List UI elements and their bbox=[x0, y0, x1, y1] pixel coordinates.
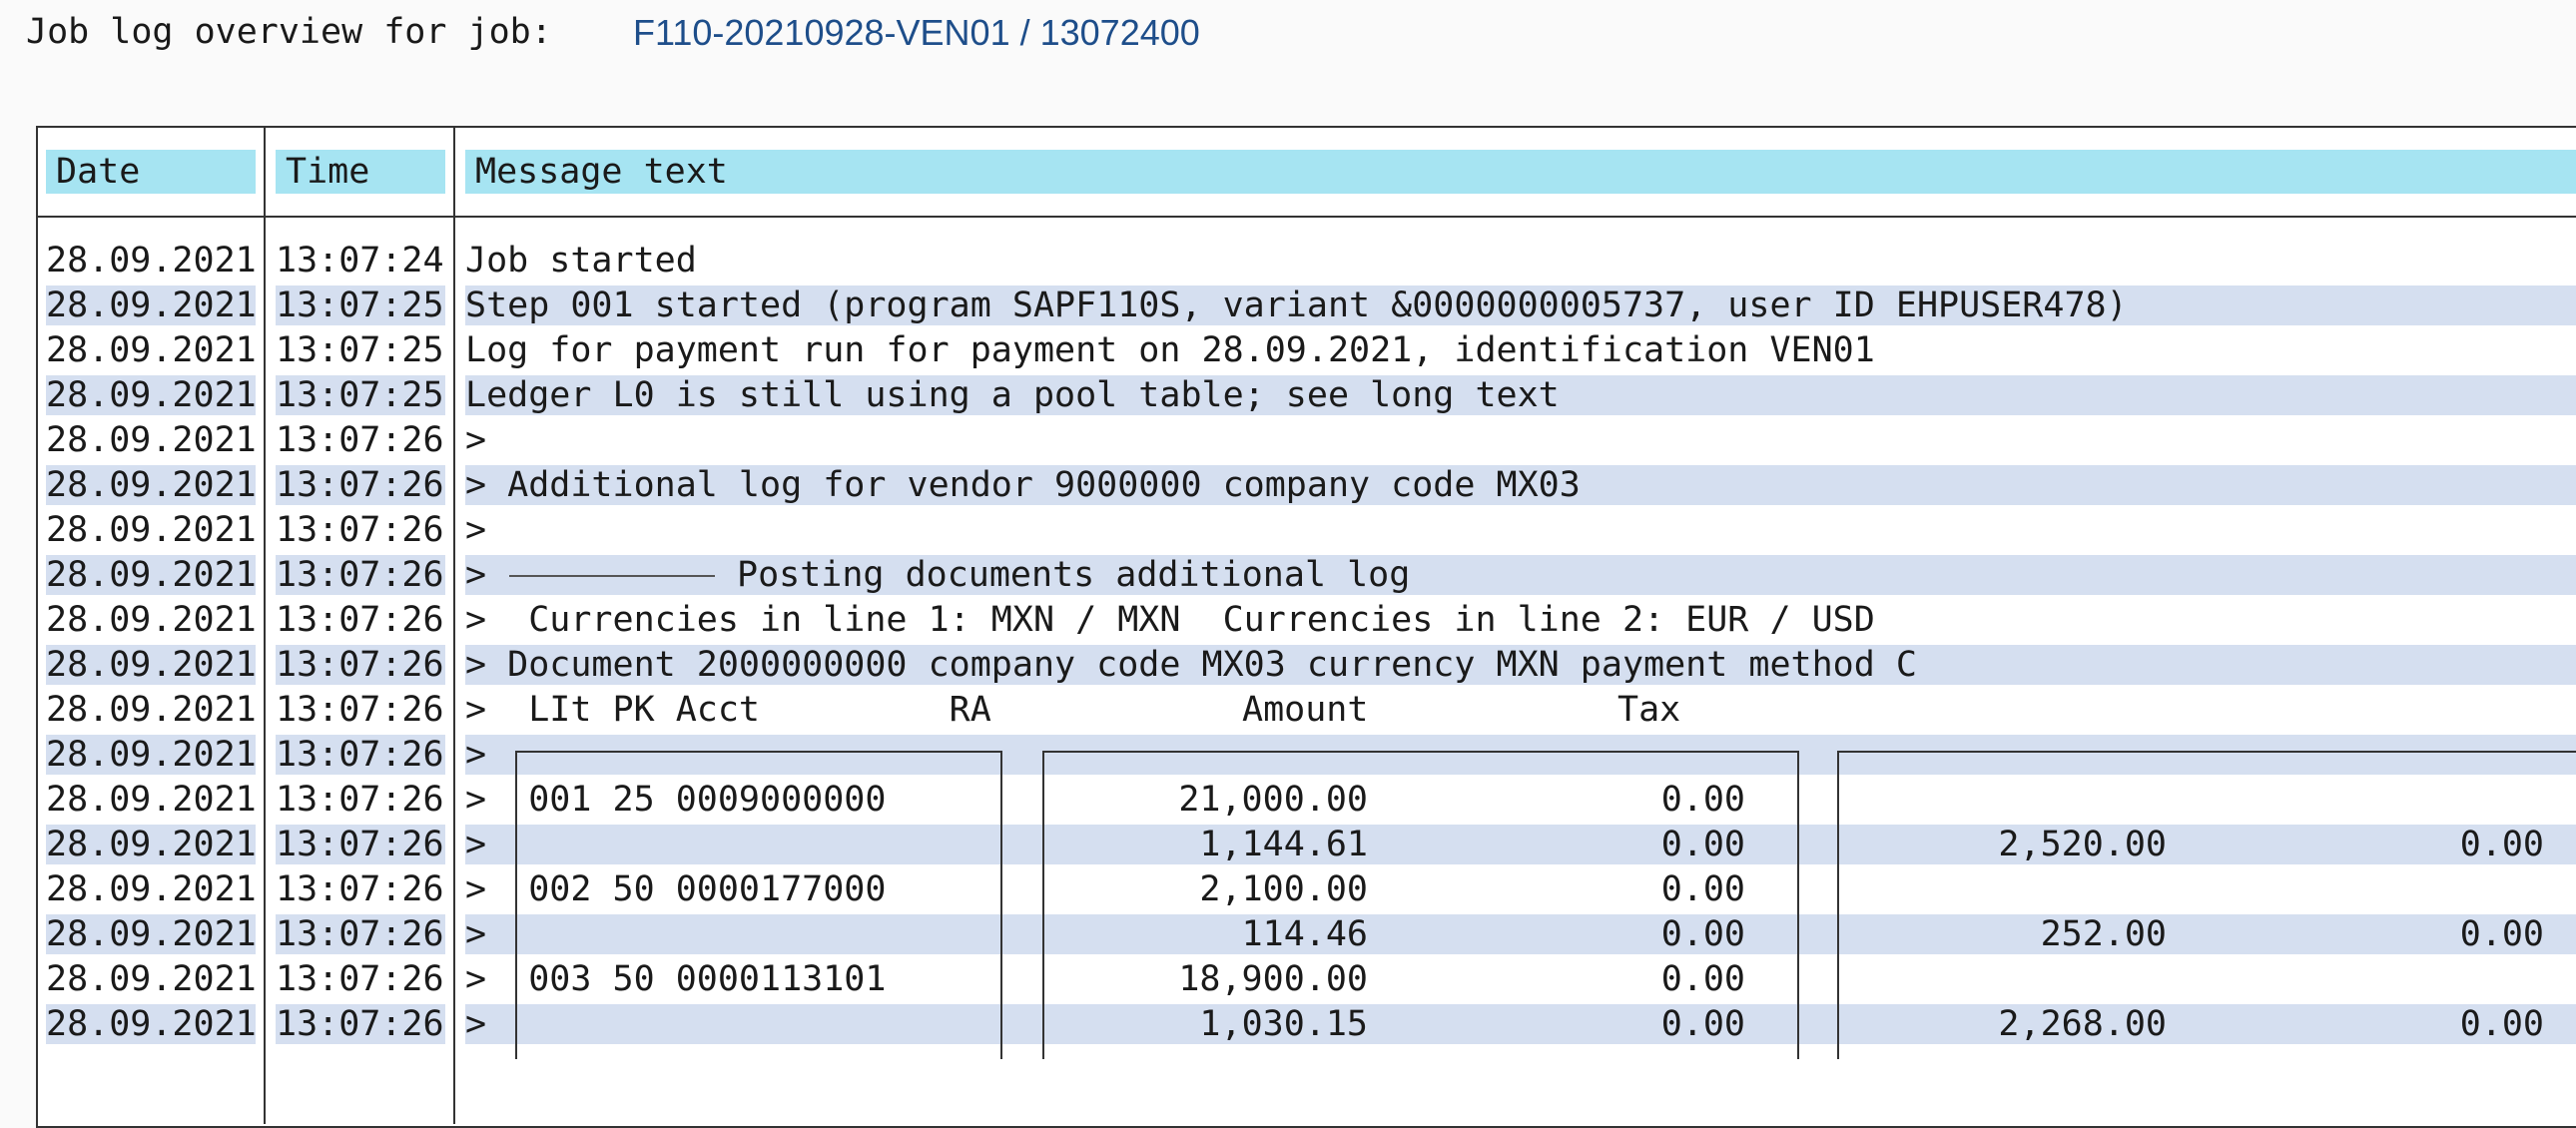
tax-line1: 0.00 bbox=[1660, 959, 1745, 999]
row-date[interactable]: 28.09.2021 bbox=[46, 420, 257, 460]
row-time[interactable]: 13:07:26 bbox=[276, 869, 444, 909]
row-date[interactable]: 28.09.2021 bbox=[46, 645, 257, 685]
row-message[interactable]: > LIt PK Acct RA bbox=[465, 690, 991, 730]
row-date[interactable]: 28.09.2021 bbox=[46, 375, 257, 415]
row-message[interactable]: > bbox=[465, 914, 486, 954]
job-identifier: F110-20210928-VEN01 / 13072400 bbox=[633, 12, 1200, 53]
tax-line2 bbox=[2296, 959, 2544, 999]
row-date[interactable]: 28.09.2021 bbox=[46, 555, 257, 595]
column-header-date[interactable]: Date bbox=[46, 150, 256, 194]
tax-line2: 0.00 bbox=[2459, 914, 2544, 954]
row-time[interactable]: 13:07:26 bbox=[276, 780, 444, 820]
amount-line1: 21,000.00 bbox=[1178, 780, 1368, 820]
amount-line2: 252.00 bbox=[2040, 914, 2167, 954]
column-header-time[interactable]: Time bbox=[276, 150, 445, 194]
row-date[interactable]: 28.09.2021 bbox=[46, 959, 257, 999]
column-divider-time bbox=[453, 126, 455, 1124]
amount-line1: 18,900.00 bbox=[1178, 959, 1368, 999]
row-message[interactable]: > bbox=[465, 825, 486, 864]
row-message[interactable]: > Additional log for vendor 9000000 comp… bbox=[465, 465, 1581, 505]
row-highlight bbox=[527, 825, 988, 864]
row-message[interactable]: Step 001 started (program SAPF110S, vari… bbox=[465, 285, 2128, 325]
tax-line2 bbox=[2296, 780, 2544, 820]
row-date[interactable]: 28.09.2021 bbox=[46, 330, 257, 370]
row-time[interactable]: 13:07:25 bbox=[276, 285, 444, 325]
posting-log-title: Posting documents additional log bbox=[737, 555, 1411, 595]
row-highlight bbox=[527, 914, 988, 954]
row-message[interactable]: > bbox=[465, 1004, 486, 1044]
row-time[interactable]: 13:07:26 bbox=[276, 420, 444, 460]
amount-line1: 1,030.15 bbox=[1199, 1004, 1368, 1044]
tax-line1: 0.00 bbox=[1660, 914, 1745, 954]
tax-line2 bbox=[2296, 869, 2544, 909]
row-highlight bbox=[527, 1004, 988, 1044]
row-message[interactable]: > bbox=[465, 510, 486, 550]
column-header-message[interactable]: Message text bbox=[465, 150, 2576, 194]
row-time[interactable]: 13:07:26 bbox=[276, 959, 444, 999]
row-date[interactable]: 28.09.2021 bbox=[46, 600, 257, 640]
column-divider-date bbox=[264, 126, 266, 1124]
amount-line1: 2,100.00 bbox=[1199, 869, 1368, 909]
row-time[interactable]: 13:07:26 bbox=[276, 914, 444, 954]
amount-line2 bbox=[1857, 959, 2167, 999]
row-message[interactable]: > bbox=[465, 420, 486, 460]
row-date[interactable]: 28.09.2021 bbox=[46, 780, 257, 820]
amount-line2 bbox=[1857, 869, 2167, 909]
row-message[interactable]: Log for payment run for payment on 28.09… bbox=[465, 330, 1875, 370]
tax-line1: 0.00 bbox=[1660, 780, 1745, 820]
row-date[interactable]: 28.09.2021 bbox=[46, 825, 257, 864]
row-time[interactable]: 13:07:24 bbox=[276, 241, 444, 281]
row-date[interactable]: 28.09.2021 bbox=[46, 869, 257, 909]
header-amount: Amount bbox=[1242, 690, 1369, 730]
separator-line bbox=[509, 575, 715, 577]
amount-line2: 2,268.00 bbox=[1998, 1004, 2167, 1044]
row-time[interactable]: 13:07:26 bbox=[276, 735, 444, 775]
row-date[interactable]: 28.09.2021 bbox=[46, 465, 257, 505]
page-title: Job log overview for job: bbox=[26, 12, 552, 52]
row-highlight bbox=[1010, 914, 1032, 954]
row-time[interactable]: 13:07:26 bbox=[276, 465, 444, 505]
row-date[interactable]: 28.09.2021 bbox=[46, 285, 257, 325]
row-message[interactable]: > Currencies in line 1: MXN / MXN Curren… bbox=[465, 600, 1875, 640]
row-highlight bbox=[1807, 825, 1829, 864]
row-date[interactable]: 28.09.2021 bbox=[46, 241, 257, 281]
tax-line1: 0.00 bbox=[1660, 1004, 1745, 1044]
tax-line1: 0.00 bbox=[1660, 869, 1745, 909]
header-divider bbox=[36, 216, 2576, 218]
row-time[interactable]: 13:07:25 bbox=[276, 330, 444, 370]
amount-line2: 2,520.00 bbox=[1998, 825, 2167, 864]
amount-line1: 114.46 bbox=[1241, 914, 1368, 954]
row-time[interactable]: 13:07:26 bbox=[276, 1004, 444, 1044]
row-message[interactable]: Job started bbox=[465, 241, 697, 281]
row-time[interactable]: 13:07:26 bbox=[276, 645, 444, 685]
header-tax: Tax bbox=[1617, 690, 1681, 730]
row-time[interactable]: 13:07:26 bbox=[276, 825, 444, 864]
row-time[interactable]: 13:07:26 bbox=[276, 510, 444, 550]
row-time[interactable]: 13:07:26 bbox=[276, 555, 444, 595]
row-date[interactable]: 28.09.2021 bbox=[46, 1004, 257, 1044]
row-date[interactable]: 28.09.2021 bbox=[46, 510, 257, 550]
row-highlight bbox=[1807, 1004, 1829, 1044]
row-highlight bbox=[1010, 1004, 1032, 1044]
row-date[interactable]: 28.09.2021 bbox=[46, 914, 257, 954]
row-highlight bbox=[1807, 914, 1829, 954]
amount-line1: 1,144.61 bbox=[1199, 825, 1368, 864]
row-message[interactable]: > Document 2000000000 company code MX03 … bbox=[465, 645, 1917, 685]
row-time[interactable]: 13:07:26 bbox=[276, 600, 444, 640]
row-message[interactable]: > bbox=[465, 555, 486, 595]
column-gap-marker bbox=[1010, 735, 1032, 775]
tax-line1: 0.00 bbox=[1660, 825, 1745, 864]
row-date[interactable]: 28.09.2021 bbox=[46, 690, 257, 730]
row-message[interactable]: > bbox=[465, 735, 486, 775]
tax-line2: 0.00 bbox=[2459, 825, 2544, 864]
column-gap-marker bbox=[1807, 735, 1829, 775]
amount-line2 bbox=[1857, 780, 2167, 820]
row-time[interactable]: 13:07:25 bbox=[276, 375, 444, 415]
row-message[interactable]: Ledger L0 is still using a pool table; s… bbox=[465, 375, 1560, 415]
row-date[interactable]: 28.09.2021 bbox=[46, 735, 257, 775]
tax-line2: 0.00 bbox=[2459, 1004, 2544, 1044]
row-time[interactable]: 13:07:26 bbox=[276, 690, 444, 730]
row-highlight bbox=[1010, 825, 1032, 864]
